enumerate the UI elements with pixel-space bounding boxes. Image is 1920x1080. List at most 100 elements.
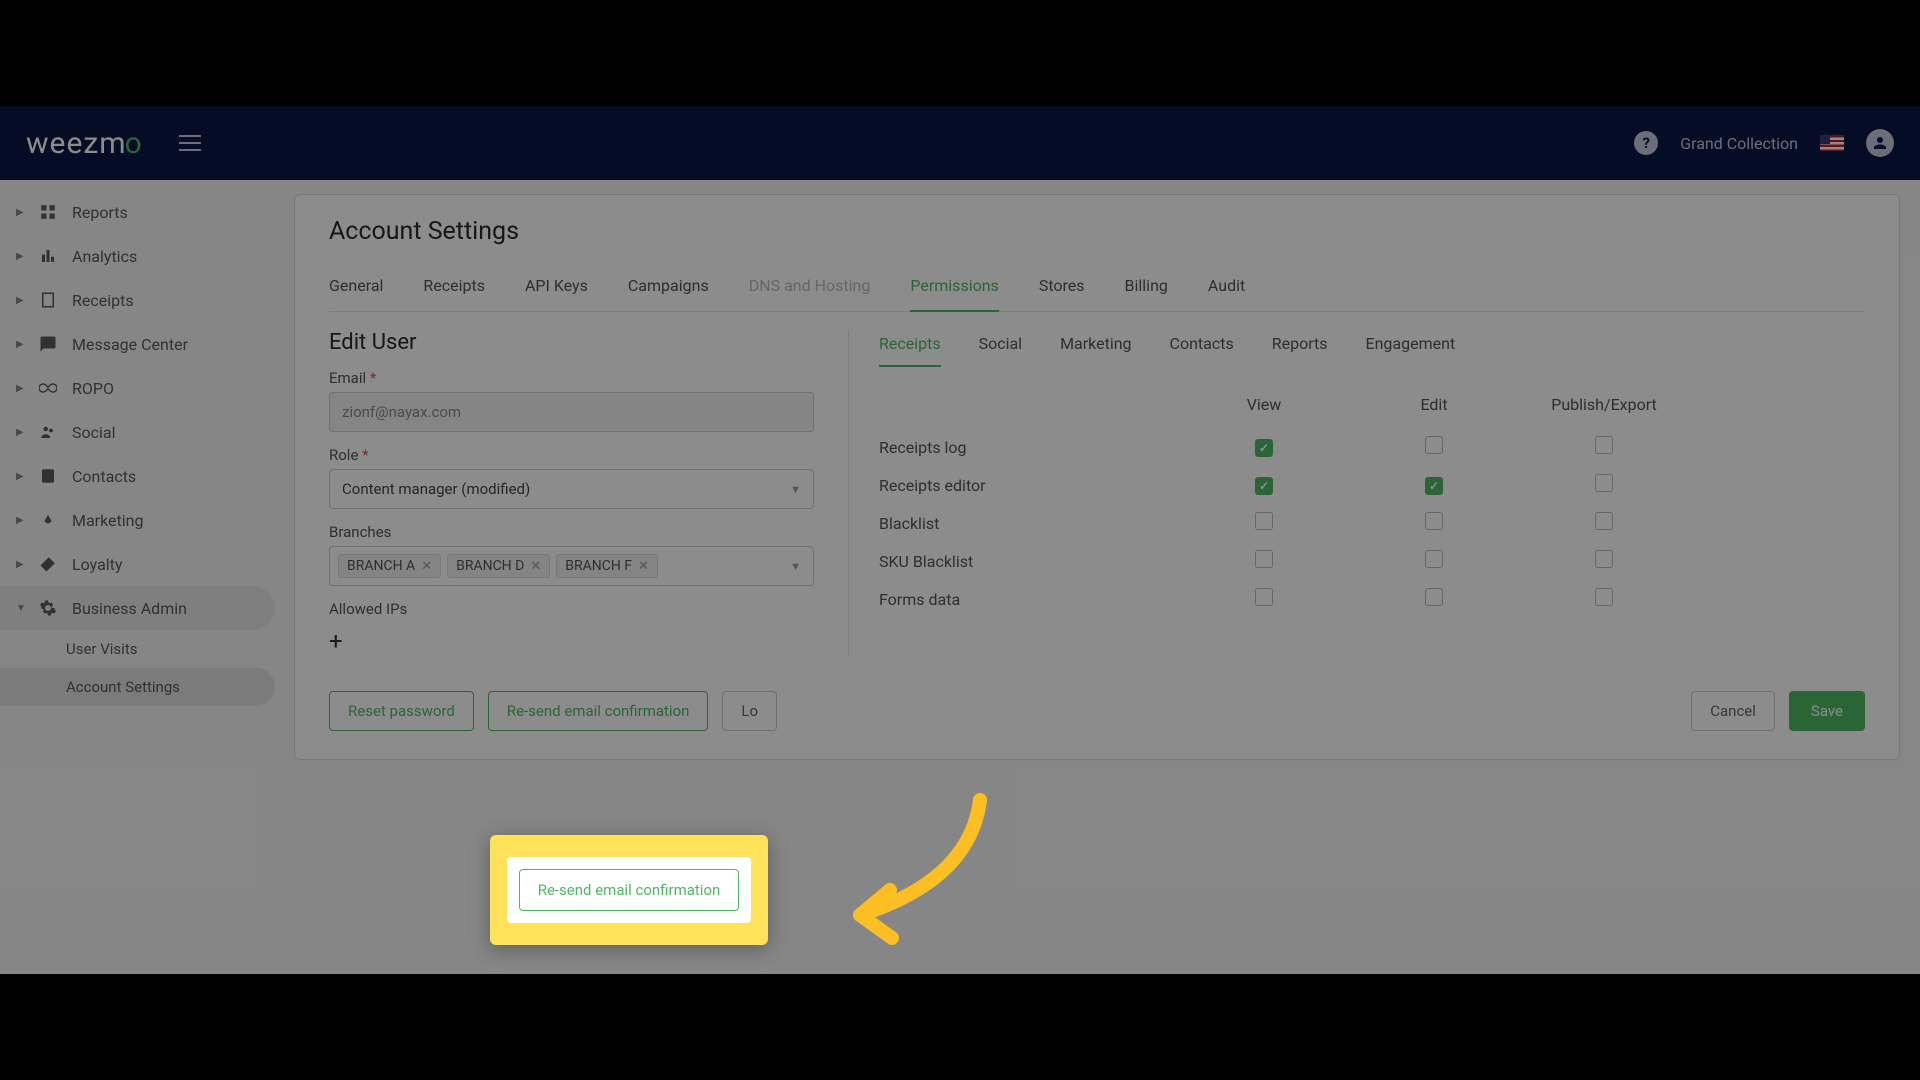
perm-checkbox[interactable] (1255, 477, 1273, 495)
sidebar-item-marketing[interactable]: ▶ Marketing (0, 498, 275, 542)
sidebar-item-loyalty[interactable]: ▶ Loyalty (0, 542, 275, 586)
chevron-right-icon: ▶ (16, 427, 24, 438)
branches-select[interactable]: BRANCH A✕ BRANCH D✕ BRANCH F✕ ▼ (329, 546, 814, 586)
reports-icon (38, 202, 58, 222)
right-actions: Cancel Save (1691, 691, 1865, 731)
logo-text: weezm (26, 126, 127, 161)
tab-campaigns[interactable]: Campaigns (628, 270, 709, 311)
tab-billing[interactable]: Billing (1125, 270, 1168, 311)
perm-checkbox[interactable] (1255, 588, 1273, 606)
flag-icon[interactable] (1820, 135, 1844, 151)
sidebar-sub-label: Account Settings (66, 678, 180, 696)
perm-row: Receipts log (879, 428, 1865, 466)
chevron-right-icon: ▶ (16, 251, 24, 262)
save-button[interactable]: Save (1789, 691, 1865, 731)
add-ip-button[interactable]: + (329, 627, 343, 655)
role-select[interactable]: Content manager (modified)▼ (329, 469, 814, 509)
tab-audit[interactable]: Audit (1208, 270, 1245, 311)
sidebar-item-label: ROPO (72, 379, 114, 398)
resend-email-button-highlighted[interactable]: Re-send email confirmation (519, 869, 740, 911)
cancel-button[interactable]: Cancel (1691, 691, 1775, 731)
remove-tag-icon[interactable]: ✕ (530, 559, 541, 574)
perm-checkbox[interactable] (1425, 588, 1443, 606)
branches-label: Branches (329, 523, 814, 541)
form-area: Edit User Email * Role * Content manager… (329, 330, 1865, 655)
chevron-right-icon: ▶ (16, 207, 24, 218)
perm-row: SKU Blacklist (879, 542, 1865, 580)
branch-tag: BRANCH A✕ (338, 554, 441, 578)
topbar: weezmo ? Grand Collection (0, 106, 1920, 180)
sidebar-item-label: Social (72, 423, 115, 442)
chevron-right-icon: ▶ (16, 295, 24, 306)
branch-tag: BRANCH F✕ (556, 554, 658, 578)
sidebar-sub-label: User Visits (66, 640, 137, 658)
sidebar-item-label: Analytics (72, 247, 137, 266)
login-button[interactable]: Lo (722, 691, 777, 731)
topbar-right: ? Grand Collection (1634, 129, 1894, 157)
branch-tag: BRANCH D✕ (447, 554, 550, 578)
sidebar-item-contacts[interactable]: ▶Contacts (0, 454, 275, 498)
chevron-right-icon: ▶ (16, 515, 24, 526)
analytics-icon (38, 246, 58, 266)
edit-user-form: Edit User Email * Role * Content manager… (329, 330, 849, 655)
perm-header: View Edit Publish/Export (879, 389, 1865, 428)
sidebar-item-label: Receipts (72, 291, 134, 310)
app-frame: weezmo ? Grand Collection ▶Reports ▶Anal… (0, 106, 1920, 974)
perm-tab-receipts[interactable]: Receipts (879, 330, 941, 367)
perm-tab-engagement[interactable]: Engagement (1366, 330, 1456, 367)
perm-row: Forms data (879, 580, 1865, 618)
reset-password-button[interactable]: Reset password (329, 691, 474, 731)
chevron-right-icon: ▶ (16, 559, 24, 570)
perm-col-edit: Edit (1349, 395, 1519, 414)
sidebar-item-message-center[interactable]: ▶Message Center (0, 322, 275, 366)
perm-checkbox[interactable] (1425, 436, 1443, 454)
resend-email-button[interactable]: Re-send email confirmation (488, 691, 709, 731)
sidebar-item-receipts[interactable]: ▶ Receipts (0, 278, 275, 322)
infinity-icon (38, 378, 58, 398)
tab-receipts[interactable]: Receipts (423, 270, 485, 311)
perm-checkbox[interactable] (1255, 512, 1273, 530)
page-title: Account Settings (329, 217, 1865, 246)
tab-permissions[interactable]: Permissions (910, 270, 998, 311)
sidebar-item-label: Loyalty (72, 555, 122, 574)
perm-checkbox[interactable] (1425, 477, 1443, 495)
chevron-down-icon: ▼ (790, 483, 801, 496)
org-name: Grand Collection (1680, 134, 1798, 153)
perm-grid: View Edit Publish/Export Receipts logRec… (879, 389, 1865, 618)
perm-tab-reports[interactable]: Reports (1272, 330, 1328, 367)
remove-tag-icon[interactable]: ✕ (421, 559, 432, 574)
sidebar-item-social[interactable]: ▶ Social (0, 410, 275, 454)
sidebar-sub-account-settings[interactable]: Account Settings (0, 668, 275, 706)
tab-stores[interactable]: Stores (1039, 270, 1085, 311)
perm-checkbox[interactable] (1595, 550, 1613, 568)
perm-checkbox[interactable] (1595, 474, 1613, 492)
sidebar-sub-user-visits[interactable]: User Visits (0, 630, 275, 668)
avatar-icon[interactable] (1866, 129, 1894, 157)
help-icon[interactable]: ? (1634, 131, 1658, 155)
perm-checkbox[interactable] (1255, 439, 1273, 457)
edit-user-title: Edit User (329, 330, 814, 355)
perm-checkbox[interactable] (1425, 550, 1443, 568)
logo-accent: o (125, 126, 143, 161)
remove-tag-icon[interactable]: ✕ (638, 559, 649, 574)
hamburger-menu-icon[interactable] (179, 135, 201, 151)
sidebar-item-business-admin[interactable]: ▼Business Admin (0, 586, 275, 630)
perm-checkbox[interactable] (1595, 436, 1613, 454)
tab-api-keys[interactable]: API Keys (525, 270, 588, 311)
action-row: Reset password Re-send email confirmatio… (329, 691, 1865, 731)
sidebar-item-ropo[interactable]: ▶ROPO (0, 366, 275, 410)
perm-checkbox[interactable] (1595, 588, 1613, 606)
perm-checkbox[interactable] (1255, 550, 1273, 568)
sidebar-item-analytics[interactable]: ▶ Analytics (0, 234, 275, 278)
sidebar-item-reports[interactable]: ▶Reports (0, 190, 275, 234)
sidebar-item-label: Marketing (72, 511, 143, 530)
perm-tab-social[interactable]: Social (979, 330, 1022, 367)
chevron-right-icon: ▶ (16, 471, 24, 482)
perm-tab-contacts[interactable]: Contacts (1170, 330, 1234, 367)
tab-general[interactable]: General (329, 270, 383, 311)
sidebar: ▶Reports ▶ Analytics ▶ Receipts ▶Message C… (0, 180, 275, 974)
perm-checkbox[interactable] (1595, 512, 1613, 530)
perm-checkbox[interactable] (1425, 512, 1443, 530)
perm-tab-marketing[interactable]: Marketing (1060, 330, 1131, 367)
role-label: Role * (329, 446, 814, 464)
